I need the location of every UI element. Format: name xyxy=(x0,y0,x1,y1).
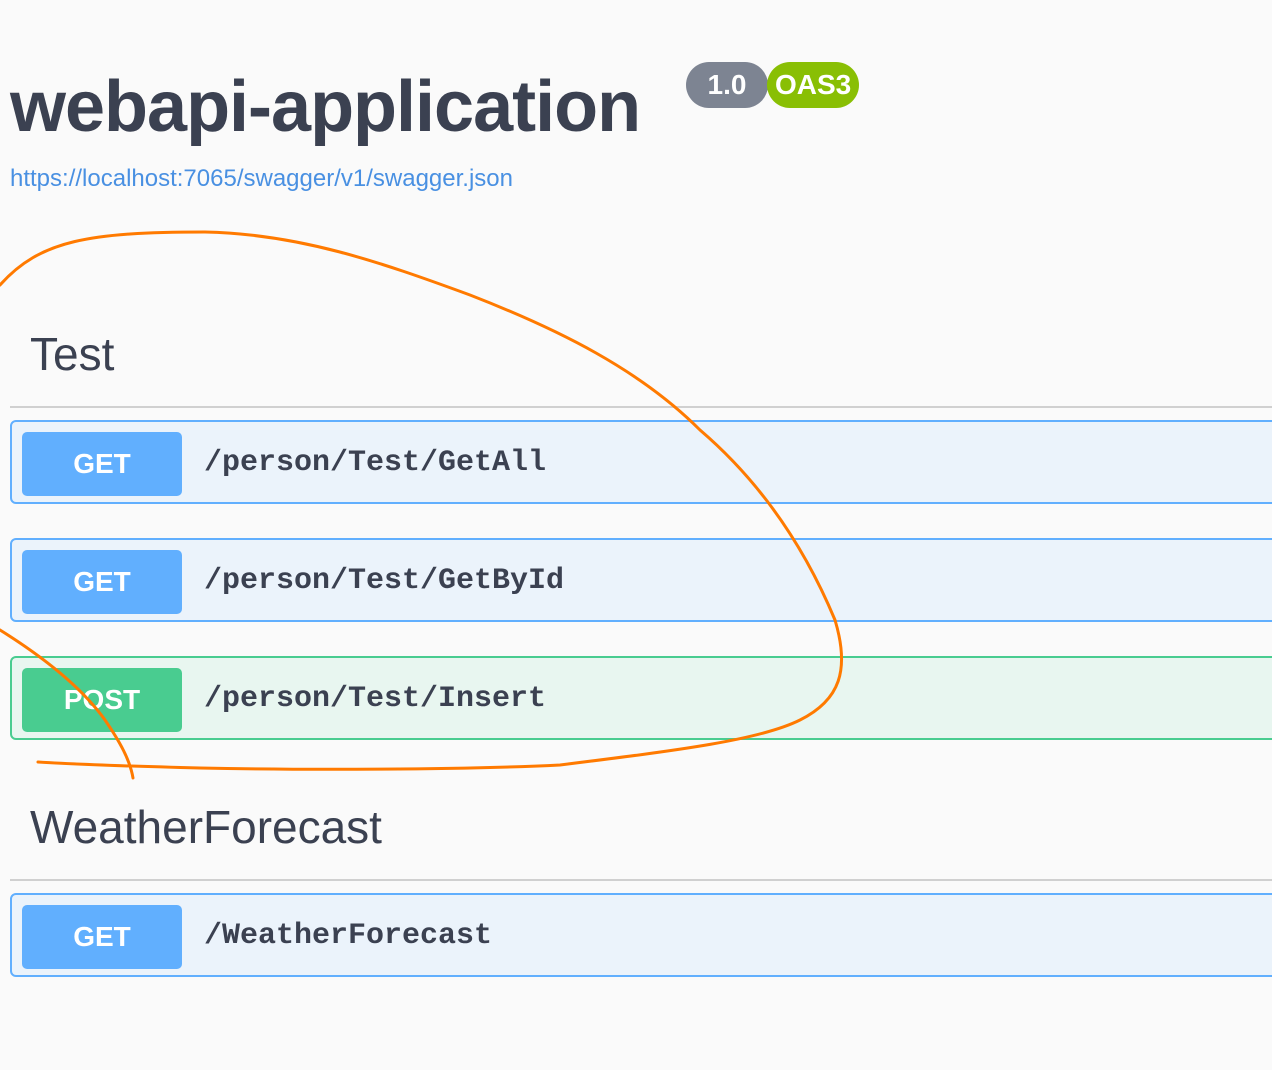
opblock-get-getbyid[interactable]: GET /person/Test/GetById xyxy=(10,538,1272,622)
version-badge: 1.0 xyxy=(686,62,768,108)
tag-heading-test[interactable]: Test xyxy=(30,326,114,382)
method-badge-get: GET xyxy=(22,905,182,969)
opblock-get-getall[interactable]: GET /person/Test/GetAll xyxy=(10,420,1272,504)
method-badge-post: POST xyxy=(22,668,182,732)
method-badge-get: GET xyxy=(22,432,182,496)
oas-badge: OAS3 xyxy=(767,62,859,108)
opblock-post-insert[interactable]: POST /person/Test/Insert xyxy=(10,656,1272,740)
tag-divider xyxy=(10,406,1272,408)
operation-path: /person/Test/GetById xyxy=(204,564,565,598)
operation-path: /WeatherForecast xyxy=(204,919,493,953)
operation-path: /person/Test/GetAll xyxy=(204,446,547,480)
swagger-json-link[interactable]: https://localhost:7065/swagger/v1/swagge… xyxy=(10,165,513,193)
method-badge-get: GET xyxy=(22,550,182,614)
tag-divider xyxy=(10,879,1272,881)
operation-path: /person/Test/Insert xyxy=(204,682,547,716)
tag-heading-weatherforecast[interactable]: WeatherForecast xyxy=(30,799,382,855)
page-title: webapi-application xyxy=(10,67,641,147)
opblock-get-weatherforecast[interactable]: GET /WeatherForecast xyxy=(10,893,1272,977)
